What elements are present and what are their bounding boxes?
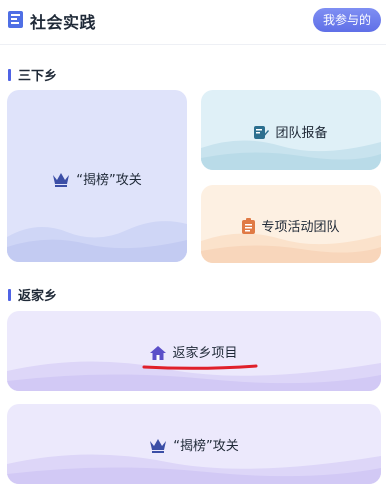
annotation-underline [142, 364, 258, 370]
edit-document-icon [254, 126, 270, 139]
section-marker [8, 69, 11, 81]
card-jiebang-challenge[interactable]: “揭榜”攻关 [7, 90, 187, 262]
card-jiebang-challenge-2[interactable]: “揭榜”攻关 [7, 404, 381, 484]
card-label: 返家乡项目 [172, 346, 238, 361]
my-participation-button[interactable]: 我参与的 [313, 8, 381, 32]
card-label: “揭榜”攻关 [76, 173, 142, 188]
card-special-activity-team[interactable]: 专项活动团队 [201, 185, 381, 263]
section-title-text: 返家乡 [18, 289, 58, 304]
card-label: 团队报备 [275, 126, 328, 141]
section-marker [8, 289, 11, 301]
section-title-fanjiaxiang: 返家乡 [8, 285, 57, 304]
crown-icon [150, 439, 167, 453]
home-icon [150, 346, 167, 360]
wave-decoration [7, 221, 187, 262]
header-bar: 社会实践 我参与的 [0, 0, 386, 45]
crown-icon [53, 173, 70, 187]
section-title-sanxiaxiang: 三下乡 [8, 65, 57, 84]
clipboard-icon [242, 218, 256, 234]
card-label: 专项活动团队 [261, 220, 340, 235]
card-team-report[interactable]: 团队报备 [201, 90, 381, 170]
practice-app-icon [8, 11, 23, 28]
card-hometown-project[interactable]: 返家乡项目 [7, 311, 381, 391]
card-label: “揭榜”攻关 [173, 439, 239, 454]
page-title: 社会实践 [30, 13, 97, 32]
section-title-text: 三下乡 [18, 69, 58, 84]
